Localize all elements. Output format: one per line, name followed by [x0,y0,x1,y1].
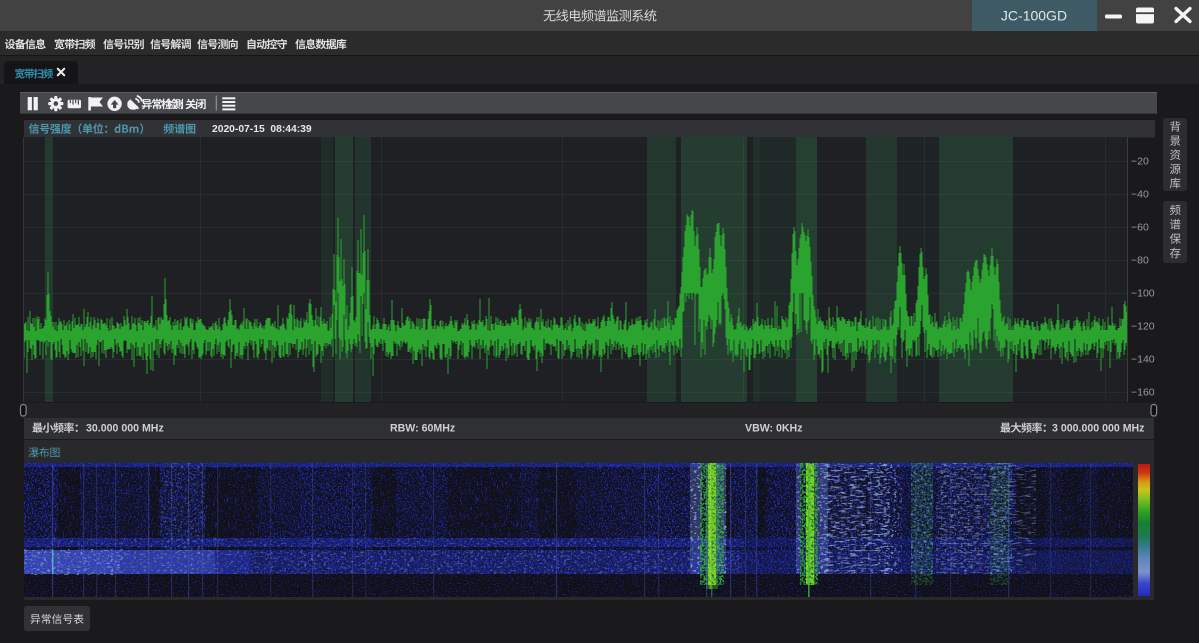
svg-text:JC-100GD: JC-100GD [1001,8,1067,24]
svg-text:2020-07-15 08:44:39: 2020-07-15 08:44:39 [212,124,312,135]
svg-text:−60: −60 [1131,222,1149,234]
svg-text:30.000 000 MHz: 30.000 000 MHz [86,422,164,434]
svg-text:−140: −140 [1131,354,1155,366]
svg-text:−80: −80 [1131,255,1149,267]
svg-text:VBW: 0KHz: VBW: 0KHz [745,422,803,434]
svg-text:−20: −20 [1131,156,1149,168]
svg-text:−120: −120 [1131,321,1155,333]
svg-text:−160: −160 [1131,387,1155,399]
svg-text:−40: −40 [1131,189,1149,201]
svg-text:3 000.000 000 MHz: 3 000.000 000 MHz [1052,422,1144,434]
svg-text:RBW: 60MHz: RBW: 60MHz [390,422,455,434]
svg-text:−100: −100 [1131,288,1155,300]
